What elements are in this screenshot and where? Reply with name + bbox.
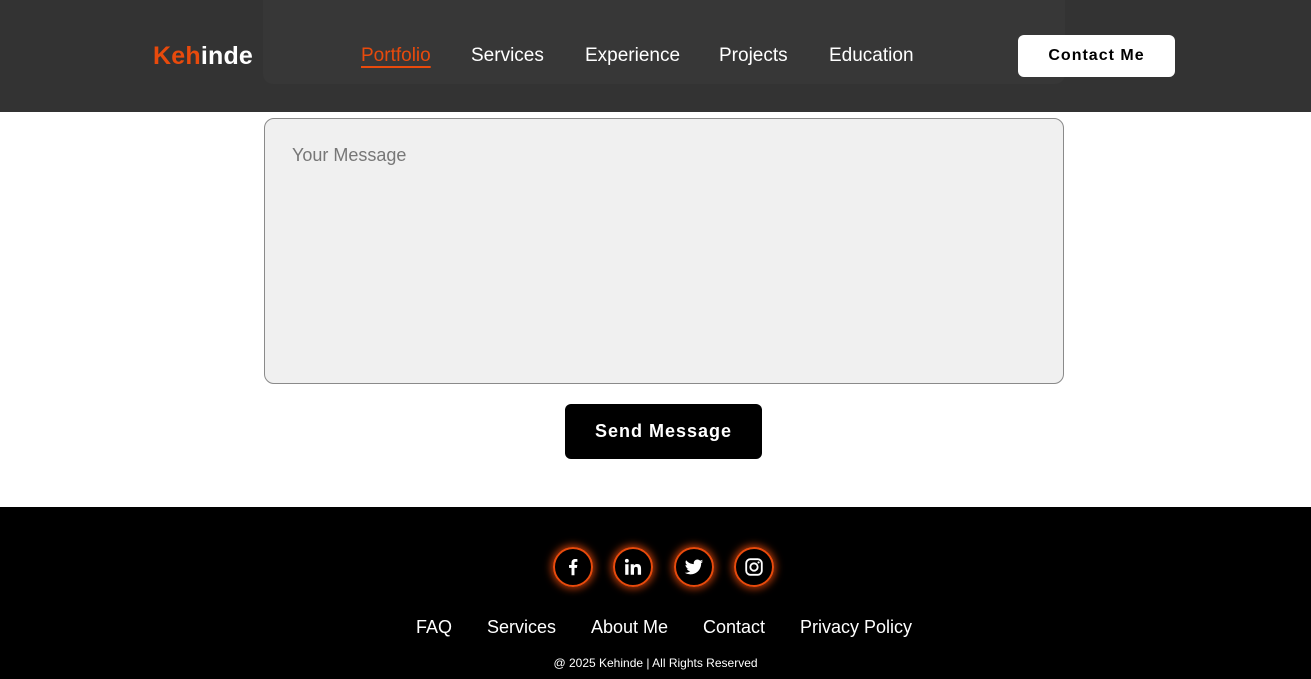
instagram-link[interactable] xyxy=(734,547,774,587)
footer-link-about-me[interactable]: About Me xyxy=(591,616,668,638)
facebook-link[interactable] xyxy=(553,547,593,587)
copyright-text: @ 2025 Kehinde | All Rights Reserved xyxy=(553,656,758,670)
nav-link-projects[interactable]: Projects xyxy=(719,44,788,68)
navbar: Kehinde Portfolio Services Experience Pr… xyxy=(0,0,1311,112)
nav-link-portfolio[interactable]: Portfolio xyxy=(361,44,431,68)
logo[interactable]: Kehinde xyxy=(153,41,253,71)
linkedin-link[interactable] xyxy=(613,547,653,587)
nav-link-services[interactable]: Services xyxy=(471,44,544,68)
page: Kehinde Portfolio Services Experience Pr… xyxy=(0,0,1311,679)
message-textarea[interactable] xyxy=(264,118,1064,384)
nav-link-experience[interactable]: Experience xyxy=(585,44,680,68)
twitter-icon xyxy=(684,559,704,575)
contact-me-button[interactable]: Contact Me xyxy=(1018,35,1175,77)
instagram-icon xyxy=(745,558,763,576)
logo-accent-text: Keh xyxy=(153,42,201,70)
footer-link-privacy-policy[interactable]: Privacy Policy xyxy=(800,616,912,638)
logo-rest-text: inde xyxy=(200,42,254,70)
linkedin-icon xyxy=(624,558,642,575)
twitter-link[interactable] xyxy=(674,547,714,587)
footer: FAQ Services About Me Contact Privacy Po… xyxy=(0,507,1311,679)
facebook-icon xyxy=(569,559,578,576)
send-message-button[interactable]: Send Message xyxy=(565,404,762,459)
header-backdrop xyxy=(263,0,1065,84)
footer-link-faq[interactable]: FAQ xyxy=(416,616,452,638)
footer-link-services[interactable]: Services xyxy=(487,616,556,638)
footer-link-contact[interactable]: Contact xyxy=(703,616,765,638)
nav-link-education[interactable]: Education xyxy=(829,44,914,68)
